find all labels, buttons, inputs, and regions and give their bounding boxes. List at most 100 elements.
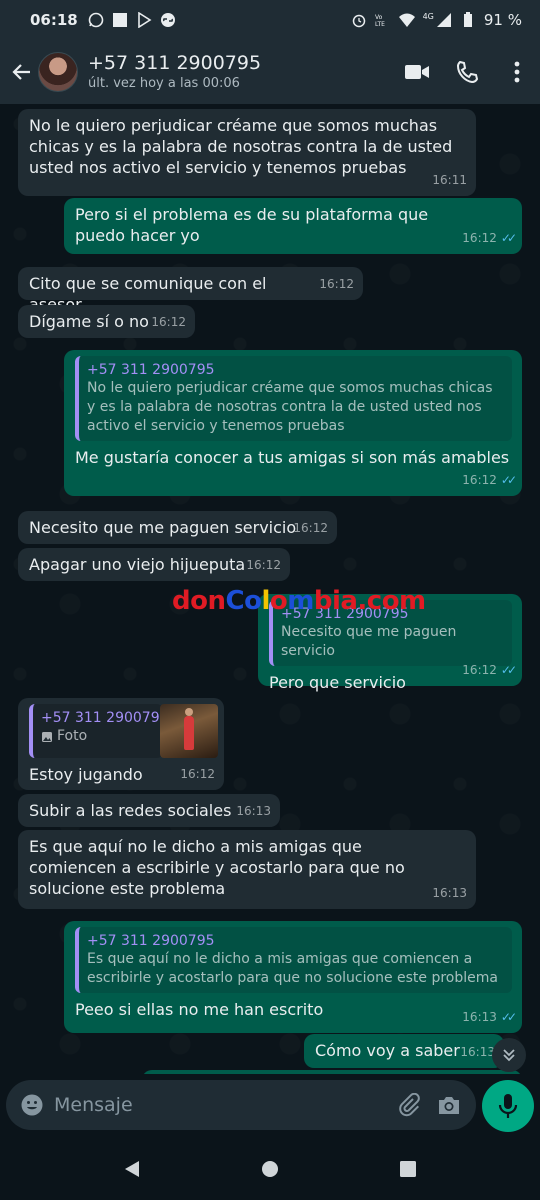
read-ticks-icon: ✓✓ [500,1010,517,1024]
message-bubble[interactable]: Pero si el problema es de su plataforma … [64,198,522,254]
whatsapp-icon [88,12,104,28]
contact-info[interactable]: +57 311 2900795 últ. vez hoy a las 00:06 [88,51,380,93]
quoted-text: Foto [57,728,88,744]
read-ticks-icon: ✓✓ [500,663,517,677]
emoji-icon[interactable] [20,1093,44,1117]
network-type: 4G [422,11,434,21]
phone-button[interactable] [454,59,480,85]
message-time: 16:12 [293,521,328,535]
message-bubble[interactable]: Subir a las redes sociales 16:13 [18,794,280,827]
quoted-text: No le quiero perjudicar créame que somos… [87,380,493,434]
watermark-text: Co [225,586,262,616]
message-time: 16:12 [462,663,497,677]
quoted-sender: +57 311 2900795 [41,710,169,726]
nav-home-icon[interactable] [261,1160,279,1178]
message-bubble[interactable]: Cito que se comunique con el asesor 16:1… [18,267,363,314]
nav-recents-icon[interactable] [399,1160,417,1178]
message-time: 16:13 [236,804,271,818]
message-text: Apagar uno viejo hijueputa [29,555,246,574]
message-time: 16:13 [460,1045,495,1059]
mic-icon [498,1094,518,1118]
message-bubble[interactable]: +57 311 2900795 Foto Estoy jugando 16:12 [18,698,224,790]
message-text: Necesito que me paguen servicio [29,518,297,537]
message-bubble[interactable]: Necesito que me paguen servicio 16:12 [18,511,337,544]
status-bar: 06:18 Vo LTE 4G 91 % [0,0,540,40]
voice-message-button[interactable] [482,1080,534,1132]
message-bubble[interactable]: +57 311 2900795 Es que aquí no le dicho … [64,921,522,1033]
quoted-message[interactable]: +57 311 2900795 No le quiero perjudicar … [75,356,512,441]
message-time: 16:12 [151,315,186,329]
message-time: 16:12 [319,277,354,291]
svg-text:LTE: LTE [375,21,385,28]
message-text: Pero si el problema es de su plataforma … [75,205,429,245]
system-nav-bar [0,1138,540,1200]
quoted-text: Necesito que me paguen servicio [281,624,457,659]
message-bubble[interactable]: Cómo voy a saber 16:13 [304,1034,504,1068]
quoted-message[interactable]: +57 311 2900795 Foto [29,704,169,758]
nav-back-icon[interactable] [123,1160,141,1178]
status-time: 06:18 [30,11,78,29]
message-time: 16:12 [462,473,497,487]
chat-header: +57 311 2900795 últ. vez hoy a las 00:06 [0,40,540,104]
contact-status: últ. vez hoy a las 00:06 [88,76,240,91]
message-text: Es que aquí no le dicho a mis amigas que… [29,837,405,898]
composer [0,1074,540,1138]
battery-icon [463,12,472,27]
message-time: 16:12 [246,558,281,572]
watermark-logo: donColombia.com [172,586,426,616]
watermark-text: don [172,586,226,616]
contact-name: +57 311 2900795 [88,52,262,74]
attach-icon [399,1093,420,1117]
message-text: Me gustaría conocer a tus amigas si son … [75,448,510,467]
square-icon [112,13,127,27]
signal-icon [436,13,451,27]
svg-text:Vo: Vo [375,14,383,21]
watermark-text: l [261,586,270,616]
attach-button[interactable] [396,1092,422,1118]
battery-level: 91 % [483,11,522,29]
message-time: 16:12 [180,767,215,781]
video-call-button[interactable] [404,59,430,85]
alarm-icon [352,14,365,28]
link-icon [160,13,175,27]
phone-icon [456,61,478,83]
message-input-container [6,1080,476,1130]
message-text: Subir a las redes sociales [29,801,232,820]
play-icon [137,12,152,28]
watermark-text: m [287,586,314,616]
message-time: 16:12 [462,231,497,245]
quoted-message[interactable]: +57 311 2900795 Es que aquí no le dicho … [75,927,512,993]
message-bubble[interactable]: No le quiero perjudicar créame que somos… [18,109,476,196]
message-bubble[interactable]: Dígame sí o no 16:12 [18,305,195,338]
message-time: 16:13 [432,886,467,900]
quoted-text: Es que aquí no le dicho a mis amigas que… [87,951,498,986]
camera-button[interactable] [436,1092,462,1118]
message-time: 16:11 [432,173,467,187]
watermark-text: .com [357,586,426,616]
message-text: Peeo si ellas no me han escrito [75,1000,324,1019]
back-arrow-icon[interactable] [10,60,34,84]
photo-icon [42,731,52,742]
quoted-photo-thumbnail[interactable] [160,704,218,758]
avatar[interactable] [38,52,78,92]
message-time: 16:13 [462,1010,497,1024]
read-ticks-icon: ✓✓ [500,473,517,487]
message-text: No le quiero perjudicar créame que somos… [29,116,453,177]
scroll-to-bottom-button[interactable] [492,1038,526,1072]
message-bubble[interactable]: Es que aquí no le dicho a mis amigas que… [18,830,476,909]
camera-icon [439,1097,459,1114]
wifi-icon [398,13,415,27]
message-bubble[interactable]: Apagar uno viejo hijueputa 16:12 [18,548,290,581]
quoted-sender: +57 311 2900795 [87,933,215,949]
message-input[interactable] [54,1094,382,1116]
quoted-sender: +57 311 2900795 [87,362,215,378]
video-call-icon [405,65,429,79]
watermark-text: bia [313,586,358,616]
double-chevron-down-icon [503,1049,515,1062]
watermark-text: o [269,586,288,616]
more-options-button[interactable] [504,59,530,85]
volte-icon: VoLTE [375,14,385,28]
message-bubble[interactable]: +57 311 2900795 No le quiero perjudicar … [64,350,522,496]
read-ticks-icon: ✓✓ [500,231,517,245]
more-vert-icon [514,61,520,83]
